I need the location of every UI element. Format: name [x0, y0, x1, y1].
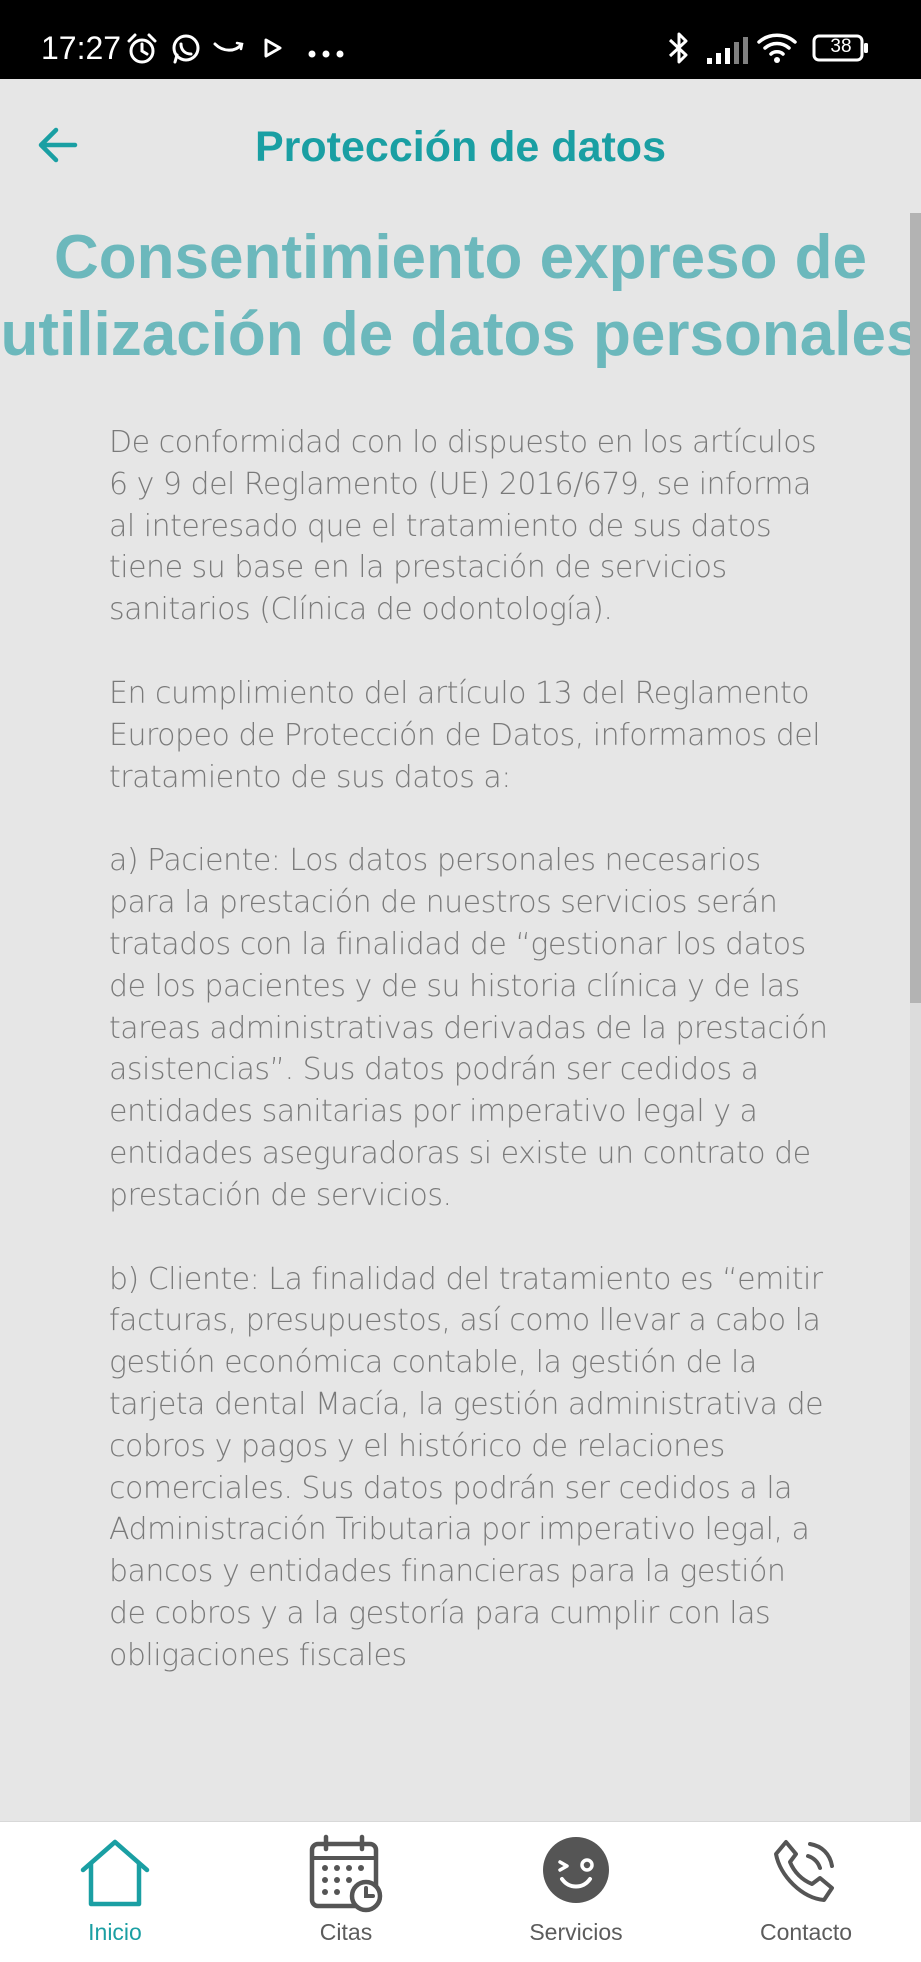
whatsapp-icon	[169, 32, 203, 71]
status-bar: 17:27 38	[0, 0, 921, 79]
content-scroll-area[interactable]: Consentimiento expreso de utilización de…	[0, 209, 921, 1821]
bluetooth-icon	[664, 30, 694, 71]
nav-item-citas[interactable]: Citas	[231, 1822, 461, 1962]
nav-label-contacto: Contacto	[759, 1919, 853, 1945]
nav-label-servicios: Servicios	[529, 1919, 623, 1945]
nav-label-inicio: Inicio	[88, 1919, 142, 1945]
consent-heading-line2: utilización de datos personales	[0, 300, 921, 369]
battery-level: 38	[830, 36, 852, 57]
home-icon	[77, 1834, 153, 1915]
nav-item-inicio[interactable]: Inicio	[0, 1822, 230, 1962]
paragraph-client: b) Cliente: La finalidad del tratamiento…	[109, 1261, 824, 1673]
paragraph-patient: a) Paciente: Los datos personales necesa…	[109, 843, 828, 1213]
page-title: Protección de datos	[255, 123, 666, 171]
amazon-icon	[213, 40, 245, 61]
calendar-icon	[308, 1834, 384, 1919]
more-dots-icon	[308, 45, 344, 63]
consent-body: De conformidad con lo dispuesto en los a…	[109, 422, 829, 1719]
bottom-navigation: Inicio Citas Servicios Contacto	[0, 1821, 921, 1962]
alarm-icon	[125, 32, 159, 71]
paragraph-article-13: En cumplimiento del artículo 13 del Regl…	[109, 675, 821, 795]
nav-item-servicios[interactable]: Servicios	[461, 1822, 691, 1962]
status-time: 17:27	[41, 30, 122, 66]
nav-item-contacto[interactable]: Contacto	[691, 1822, 921, 1962]
consent-heading: Consentimiento expreso de utilización de…	[0, 209, 921, 373]
scrollbar-thumb[interactable]	[910, 213, 921, 1003]
play-icon	[264, 38, 282, 63]
wifi-icon	[757, 32, 797, 69]
smile-face-icon	[542, 1836, 610, 1909]
signal-icon	[706, 36, 750, 69]
paragraph-legal-basis: De conformidad con lo dispuesto en los a…	[109, 425, 817, 628]
nav-label-citas: Citas	[319, 1919, 373, 1945]
phone-icon	[768, 1834, 844, 1915]
app-screen: 17:27 38 Protección de datos Consentimie…	[0, 0, 921, 1962]
consent-heading-line1: Consentimiento expreso de	[53, 223, 868, 292]
app-header: Protección de datos	[0, 79, 921, 209]
